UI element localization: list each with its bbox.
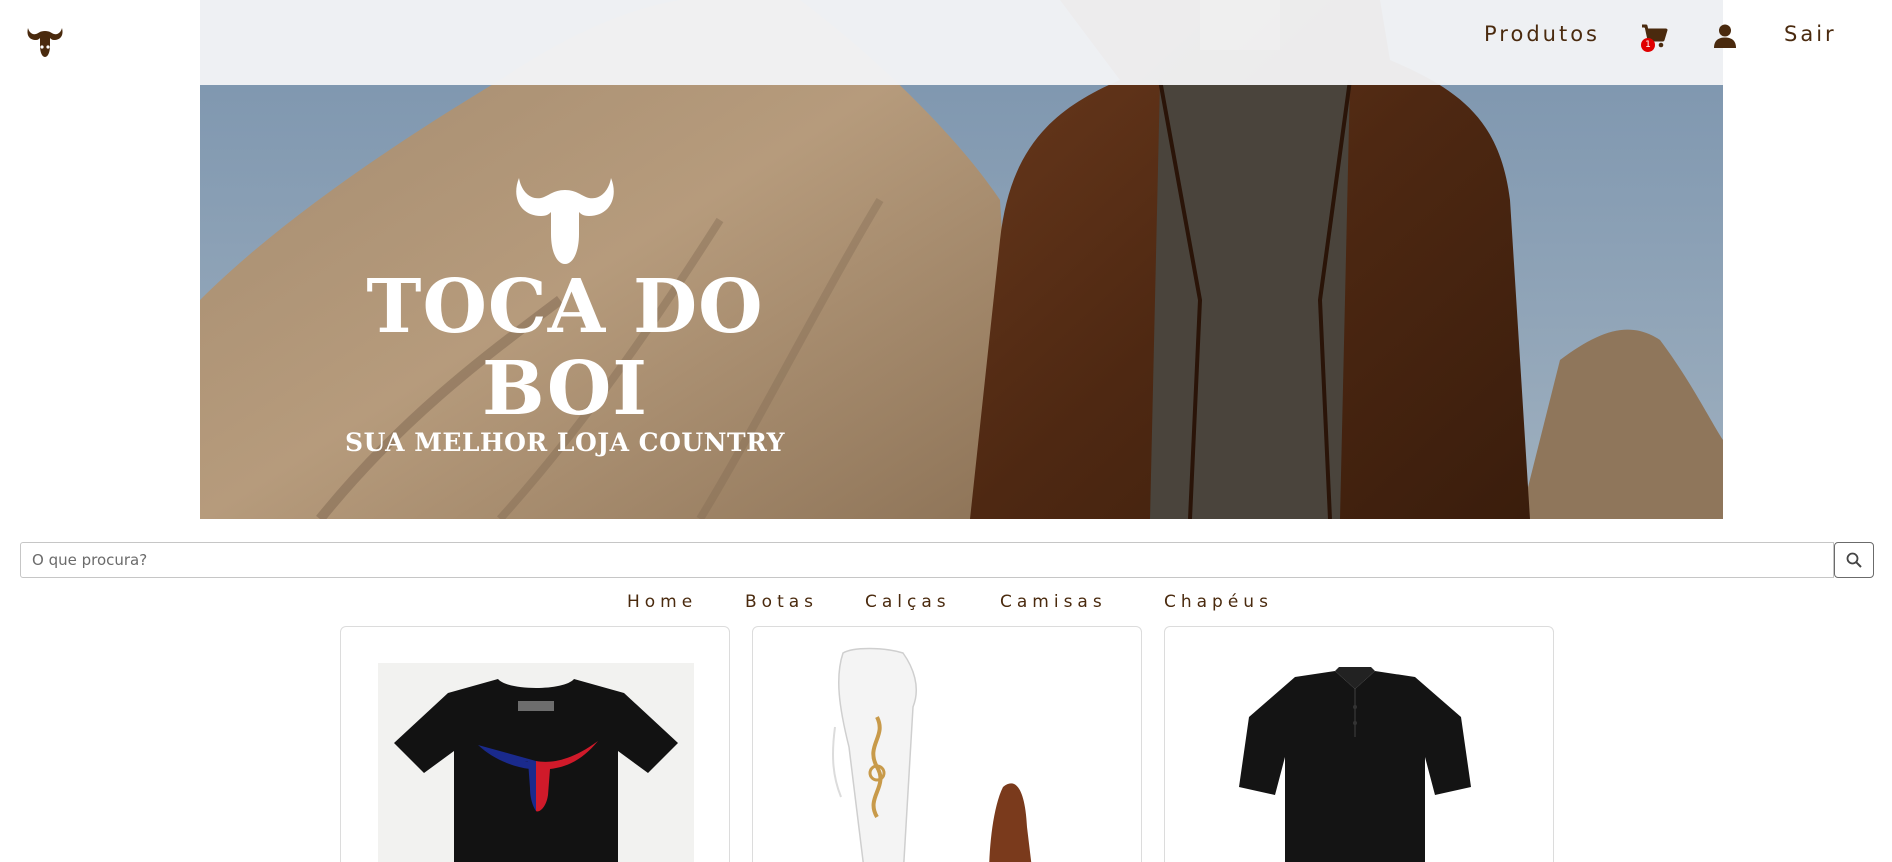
product-card[interactable] (340, 626, 730, 862)
category-botas[interactable]: Botas (745, 592, 818, 612)
hero-brand: TOCA DO BOI SUA MELHOR LOJA COUNTRY (320, 168, 810, 456)
category-chapeus[interactable]: Chapéus (1164, 592, 1273, 612)
category-home[interactable]: Home (627, 592, 697, 612)
search-bar (20, 542, 1874, 578)
polo-shirt-image (1239, 667, 1471, 862)
category-calcas[interactable]: Calças (865, 592, 951, 612)
brand-logo-icon[interactable] (24, 22, 66, 60)
user-icon[interactable] (1714, 24, 1736, 48)
product-card[interactable] (1164, 626, 1554, 862)
brand-title: TOCA DO BOI (366, 264, 764, 432)
category-camisas[interactable]: Camisas (1000, 592, 1107, 612)
product-card[interactable] (752, 626, 1142, 862)
bull-logo-icon (516, 178, 614, 264)
search-icon (1846, 552, 1862, 568)
search-button[interactable] (1834, 542, 1874, 578)
search-input[interactable] (20, 542, 1834, 578)
cart-count-badge: 1 (1641, 38, 1655, 52)
cowboy-boots-image (832, 647, 1032, 862)
brand-subtitle: SUA MELHOR LOJA COUNTRY (345, 428, 785, 457)
nav-produtos-link[interactable]: Produtos (1484, 22, 1600, 46)
tshirt-longhorn-image (378, 663, 694, 862)
nav-sair-link[interactable]: Sair (1784, 22, 1837, 46)
